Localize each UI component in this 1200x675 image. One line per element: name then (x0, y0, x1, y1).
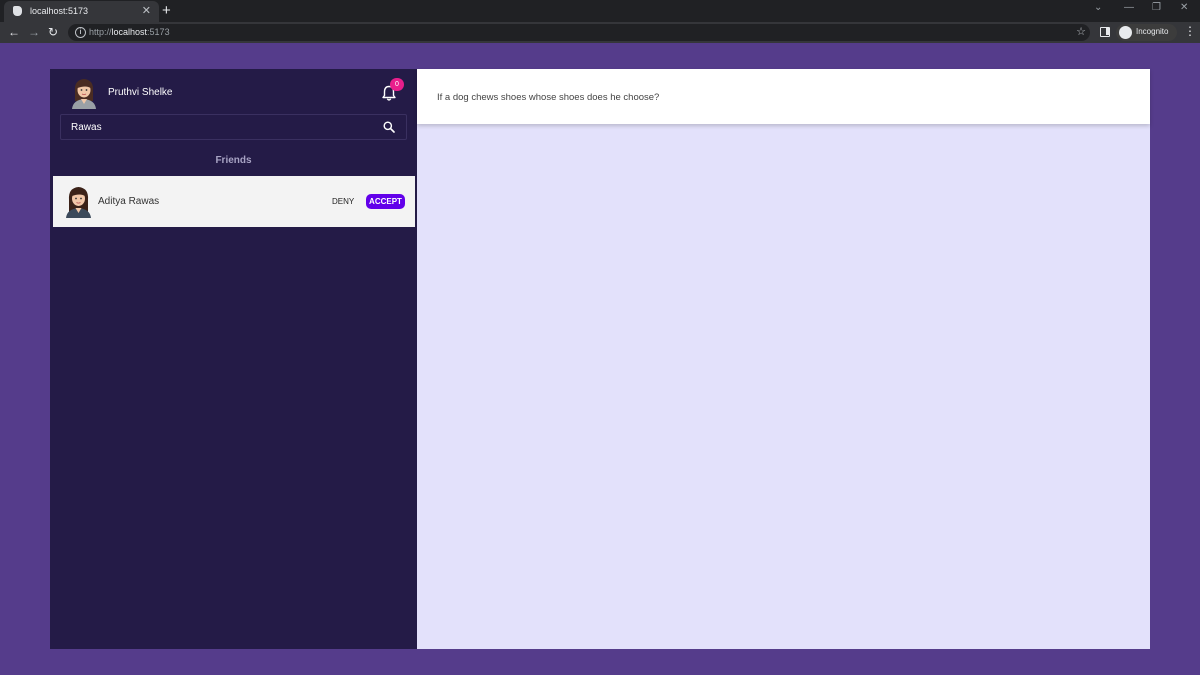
forward-icon[interactable]: → (28, 25, 40, 39)
main-panel: If a dog chews shoes whose shoes does he… (417, 69, 1150, 649)
page-favicon-icon (13, 6, 22, 16)
minimize-icon[interactable]: — (1124, 2, 1134, 13)
sidebar: Pruthvi Shelke 0 Friends (50, 69, 417, 649)
reload-icon[interactable]: ↻ (48, 25, 58, 39)
browser-toolbar: ← → ↻ i http://localhost:5173 ☆ Incognit… (0, 22, 1200, 43)
close-window-icon[interactable]: ✕ (1180, 2, 1188, 13)
friend-search-input[interactable] (61, 115, 371, 139)
tab-close-icon[interactable]: ✕ (142, 4, 151, 17)
deny-button[interactable]: DENY (329, 194, 357, 209)
side-panel-icon[interactable] (1100, 27, 1110, 37)
browser-menu-icon[interactable]: ⋮ (1184, 24, 1196, 38)
friend-name: Aditya Rawas (98, 196, 160, 207)
search-icon[interactable] (383, 121, 395, 133)
restore-icon[interactable]: ❐ (1152, 2, 1161, 13)
new-tab-icon[interactable]: + (162, 2, 171, 19)
back-icon[interactable]: ← (8, 25, 20, 39)
friend-avatar (66, 187, 91, 218)
user-name: Pruthvi Shelke (108, 87, 173, 98)
incognito-icon (1119, 26, 1132, 39)
browser-tab[interactable]: localhost:5173 ✕ (4, 1, 159, 22)
quote-text: If a dog chews shoes whose shoes does he… (437, 92, 660, 103)
notification-count-badge: 0 (390, 78, 404, 91)
incognito-profile-button[interactable]: Incognito (1116, 24, 1177, 41)
site-info-icon[interactable]: i (75, 27, 86, 38)
tab-search-icon[interactable]: ⌄ (1094, 2, 1102, 13)
bookmark-star-icon[interactable]: ☆ (1076, 25, 1086, 38)
tab-title: localhost:5173 (30, 6, 89, 16)
accept-button[interactable]: ACCEPT (366, 194, 405, 209)
user-avatar[interactable] (71, 77, 97, 109)
browser-tabstrip: localhost:5173 ✕ + ⌄ — ❐ ✕ (0, 0, 1200, 22)
friend-request-row[interactable]: Aditya Rawas DENY ACCEPT (53, 176, 415, 227)
address-bar[interactable]: i http://localhost:5173 ☆ (68, 24, 1090, 41)
chat-app: Pruthvi Shelke 0 Friends (50, 69, 1150, 649)
friends-section-title: Friends (215, 155, 252, 166)
url-text[interactable]: http://localhost:5173 (89, 27, 170, 37)
quote-header: If a dog chews shoes whose shoes does he… (417, 69, 1150, 124)
friend-search-box (60, 114, 407, 140)
incognito-label: Incognito (1136, 27, 1169, 36)
